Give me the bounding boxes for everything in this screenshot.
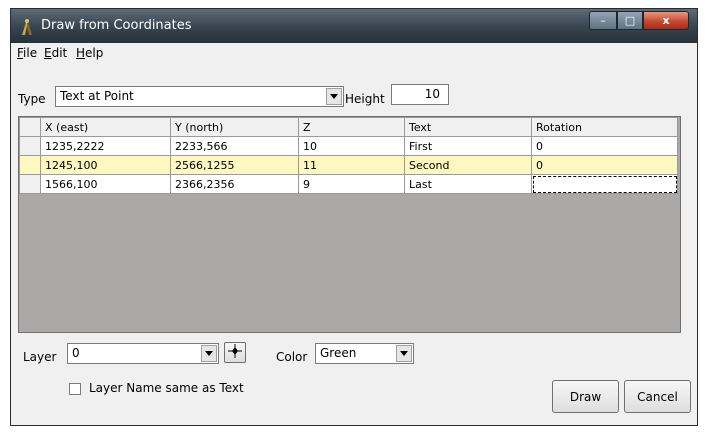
height-label: Height (345, 92, 385, 106)
maximize-icon: □ (624, 14, 636, 27)
type-select[interactable]: Text at Point (55, 86, 344, 107)
column-header-y[interactable]: Y (north) (170, 117, 299, 137)
column-header-rotation[interactable]: Rotation (531, 117, 678, 137)
color-label: Color (276, 350, 308, 364)
cell-rotation[interactable]: 0 (531, 155, 678, 175)
crosshair-icon (228, 344, 242, 361)
table-row[interactable]: 1235,2222 2233,566 10 First 0 (19, 136, 678, 156)
layer-name-checkbox-label: Layer Name same as Text (89, 381, 244, 395)
draw-button-label: Draw (569, 389, 602, 404)
cell-y[interactable]: 2566,1255 (170, 155, 299, 175)
layer-select[interactable]: 0 (67, 343, 219, 364)
menu-bar: File Edit Help (11, 43, 697, 65)
cell-text[interactable]: Last (404, 174, 532, 194)
chevron-down-icon[interactable] (326, 88, 342, 105)
cell-text[interactable]: First (404, 136, 532, 156)
draw-button[interactable]: Draw (552, 380, 619, 413)
cancel-button[interactable]: Cancel (624, 380, 691, 413)
layer-label: Layer (23, 350, 57, 364)
row-header-corner (19, 117, 41, 137)
title-buttons: – □ x (589, 11, 689, 31)
minimize-icon: – (600, 14, 606, 27)
type-select-value: Text at Point (60, 89, 134, 103)
cell-z[interactable]: 10 (298, 136, 405, 156)
dialog-window: Draw from Coordinates – □ x File Edit He… (10, 8, 698, 426)
close-icon: x (662, 14, 670, 27)
cell-z[interactable]: 11 (298, 155, 405, 175)
minimize-button[interactable]: – (589, 11, 617, 30)
type-label: Type (18, 92, 46, 106)
color-select[interactable]: Green (315, 343, 414, 364)
chevron-down-icon[interactable] (201, 345, 217, 362)
column-header-text[interactable]: Text (404, 117, 532, 137)
column-header-x[interactable]: X (east) (40, 117, 171, 137)
cell-x[interactable]: 1245,100 (40, 155, 171, 175)
window-title: Draw from Coordinates (41, 18, 192, 33)
row-selector[interactable] (19, 174, 41, 194)
cancel-button-label: Cancel (637, 389, 678, 404)
color-select-value: Green (320, 346, 357, 360)
pick-layer-button[interactable] (224, 342, 246, 363)
chevron-down-icon[interactable] (396, 345, 412, 362)
cell-rotation[interactable] (531, 174, 678, 194)
cell-text[interactable]: Second (404, 155, 532, 175)
cell-x[interactable]: 1566,100 (40, 174, 171, 194)
cell-y[interactable]: 2366,2356 (170, 174, 299, 194)
table-row[interactable]: 1566,100 2366,2356 9 Last (19, 174, 678, 194)
compass-icon (19, 18, 35, 36)
coordinates-table: X (east) Y (north) Z Text Rotation 1235,… (19, 117, 678, 194)
row-selector[interactable] (19, 136, 41, 156)
menu-edit[interactable]: Edit (44, 46, 67, 60)
cell-x[interactable]: 1235,2222 (40, 136, 171, 156)
menu-help[interactable]: Help (76, 46, 103, 60)
layer-name-checkbox[interactable] (69, 383, 81, 395)
column-header-z[interactable]: Z (298, 117, 405, 137)
cell-rotation[interactable]: 0 (531, 136, 678, 156)
cell-z[interactable]: 9 (298, 174, 405, 194)
menu-file[interactable]: File (17, 46, 37, 60)
layer-select-value: 0 (72, 346, 80, 360)
height-input[interactable]: 10 (391, 84, 449, 105)
coordinates-grid: X (east) Y (north) Z Text Rotation 1235,… (18, 116, 681, 333)
close-button[interactable]: x (643, 11, 689, 30)
maximize-button[interactable]: □ (617, 11, 643, 30)
row-selector[interactable] (19, 155, 41, 175)
height-input-value: 10 (424, 87, 440, 101)
title-bar[interactable]: Draw from Coordinates – □ x (11, 9, 697, 43)
table-row[interactable]: 1245,100 2566,1255 11 Second 0 (19, 155, 678, 175)
cell-y[interactable]: 2233,566 (170, 136, 299, 156)
table-header-row: X (east) Y (north) Z Text Rotation (19, 117, 678, 137)
